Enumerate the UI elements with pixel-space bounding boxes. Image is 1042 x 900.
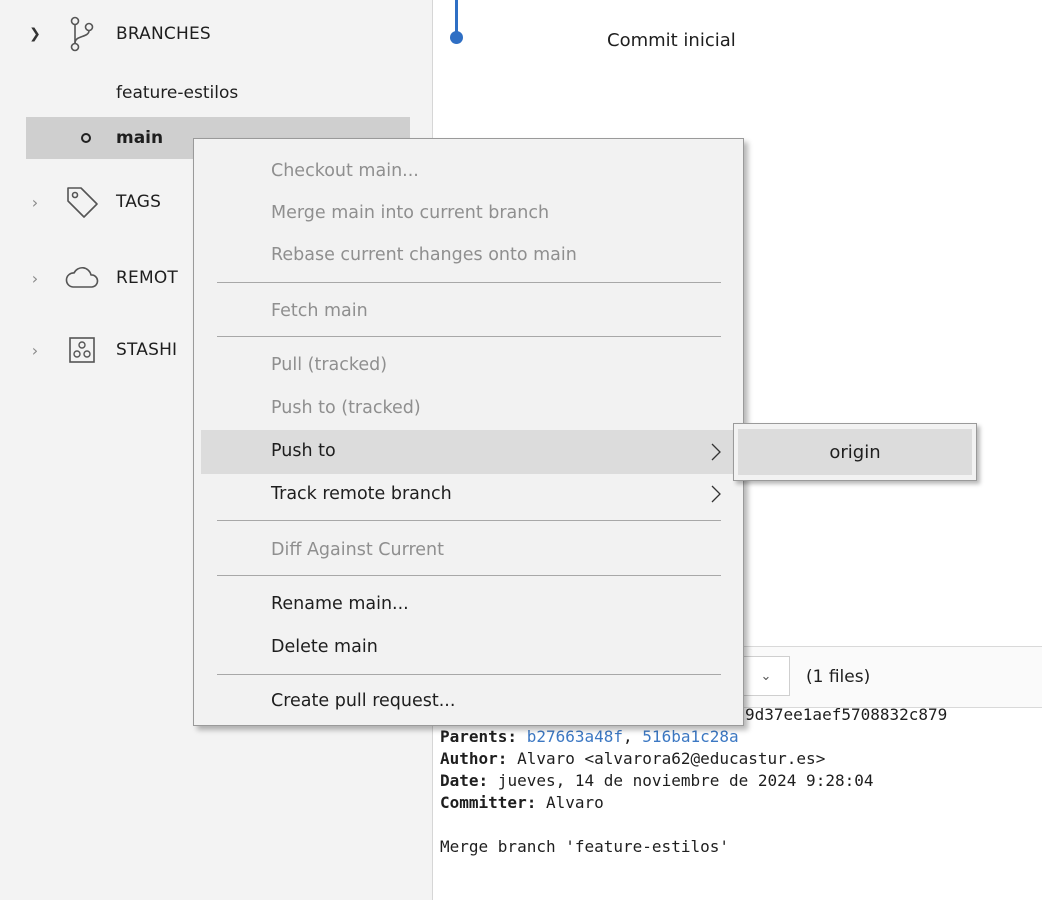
tag-icon — [62, 182, 102, 222]
menu-item-checkout[interactable]: Checkout main... — [195, 153, 742, 191]
date-row: Date: jueves, 14 de noviembre de 2024 9:… — [440, 770, 947, 792]
menu-item-create-pull-request[interactable]: Create pull request... — [195, 683, 742, 721]
branch-context-menu: Checkout main... Merge main into current… — [193, 138, 744, 726]
chevron-right-icon: › — [31, 268, 39, 288]
cloud-icon — [62, 258, 102, 298]
current-branch-indicator-icon — [81, 133, 91, 143]
menu-item-rename[interactable]: Rename main... — [195, 586, 742, 624]
branch-name: feature-estilos — [116, 83, 239, 103]
menu-item-fetch[interactable]: Fetch main — [195, 293, 742, 331]
menu-item-merge[interactable]: Merge main into current branch — [195, 195, 742, 233]
chevron-right-icon: › — [31, 192, 39, 212]
submenu-item-origin[interactable]: origin — [738, 429, 972, 475]
menu-item-rebase[interactable]: Rebase current changes onto main — [195, 237, 742, 275]
branch-icon — [62, 14, 102, 54]
parent-link[interactable]: 516ba1c28a — [642, 727, 738, 746]
chevron-right-icon — [711, 443, 721, 461]
commit-details: 9d37ee1aef5708832c879 Parents: b27663a48… — [440, 704, 947, 858]
committer-row: Committer: Alvaro — [440, 792, 947, 814]
commit-hash: 9d37ee1aef5708832c879 — [745, 705, 948, 724]
chevron-right-icon — [711, 485, 721, 503]
menu-separator — [217, 520, 721, 521]
menu-item-track-remote-branch[interactable]: Track remote branch — [195, 476, 742, 514]
author-label: Author: — [440, 749, 508, 768]
commit-message: Merge branch 'feature-estilos' — [440, 837, 729, 856]
commit-row-message[interactable]: Commit inicial — [607, 30, 736, 51]
chevron-down-icon: ⌄ — [760, 668, 772, 684]
menu-separator — [217, 674, 721, 675]
menu-separator — [217, 282, 721, 283]
branch-item-feature-estilos[interactable]: feature-estilos — [116, 72, 238, 114]
parents-label: Parents: — [440, 727, 518, 746]
remotes-label: REMOT — [116, 268, 178, 288]
menu-item-delete[interactable]: Delete main — [195, 629, 742, 667]
committer-value: Alvaro — [536, 793, 604, 812]
parents-separator: , — [623, 727, 643, 746]
menu-item-pull-tracked[interactable]: Pull (tracked) — [195, 347, 742, 385]
parent-link[interactable]: b27663a48f — [527, 727, 623, 746]
author-row: Author: Alvaro <alvarora62@educastur.es> — [440, 748, 947, 770]
committer-label: Committer: — [440, 793, 537, 812]
menu-item-push-tracked[interactable]: Push to (tracked) — [195, 390, 742, 428]
file-view-dropdown[interactable]: ⌄ — [742, 656, 790, 696]
parents-row: Parents: b27663a48f, 516ba1c28a — [440, 726, 947, 748]
branches-label: BRANCHES — [116, 24, 211, 44]
menu-item-diff-against-current[interactable]: Diff Against Current — [195, 532, 742, 570]
menu-separator — [217, 336, 721, 337]
branch-name: main — [116, 128, 164, 148]
menu-item-push-to[interactable]: Push to — [201, 430, 742, 474]
graph-commit-node[interactable] — [450, 31, 463, 44]
date-label: Date: — [440, 771, 489, 790]
chevron-down-icon: ❯ — [29, 26, 41, 42]
chevron-right-icon: › — [31, 340, 39, 360]
stashes-label: STASHI — [116, 340, 178, 360]
date-value: jueves, 14 de noviembre de 2024 9:28:04 — [488, 771, 874, 790]
menu-separator — [217, 575, 721, 576]
tags-label: TAGS — [116, 192, 162, 212]
files-count: (1 files) — [806, 667, 871, 687]
author-value: Alvaro <alvarora62@educastur.es> — [507, 749, 826, 768]
push-to-submenu: origin — [733, 423, 977, 481]
stash-icon — [62, 330, 102, 370]
